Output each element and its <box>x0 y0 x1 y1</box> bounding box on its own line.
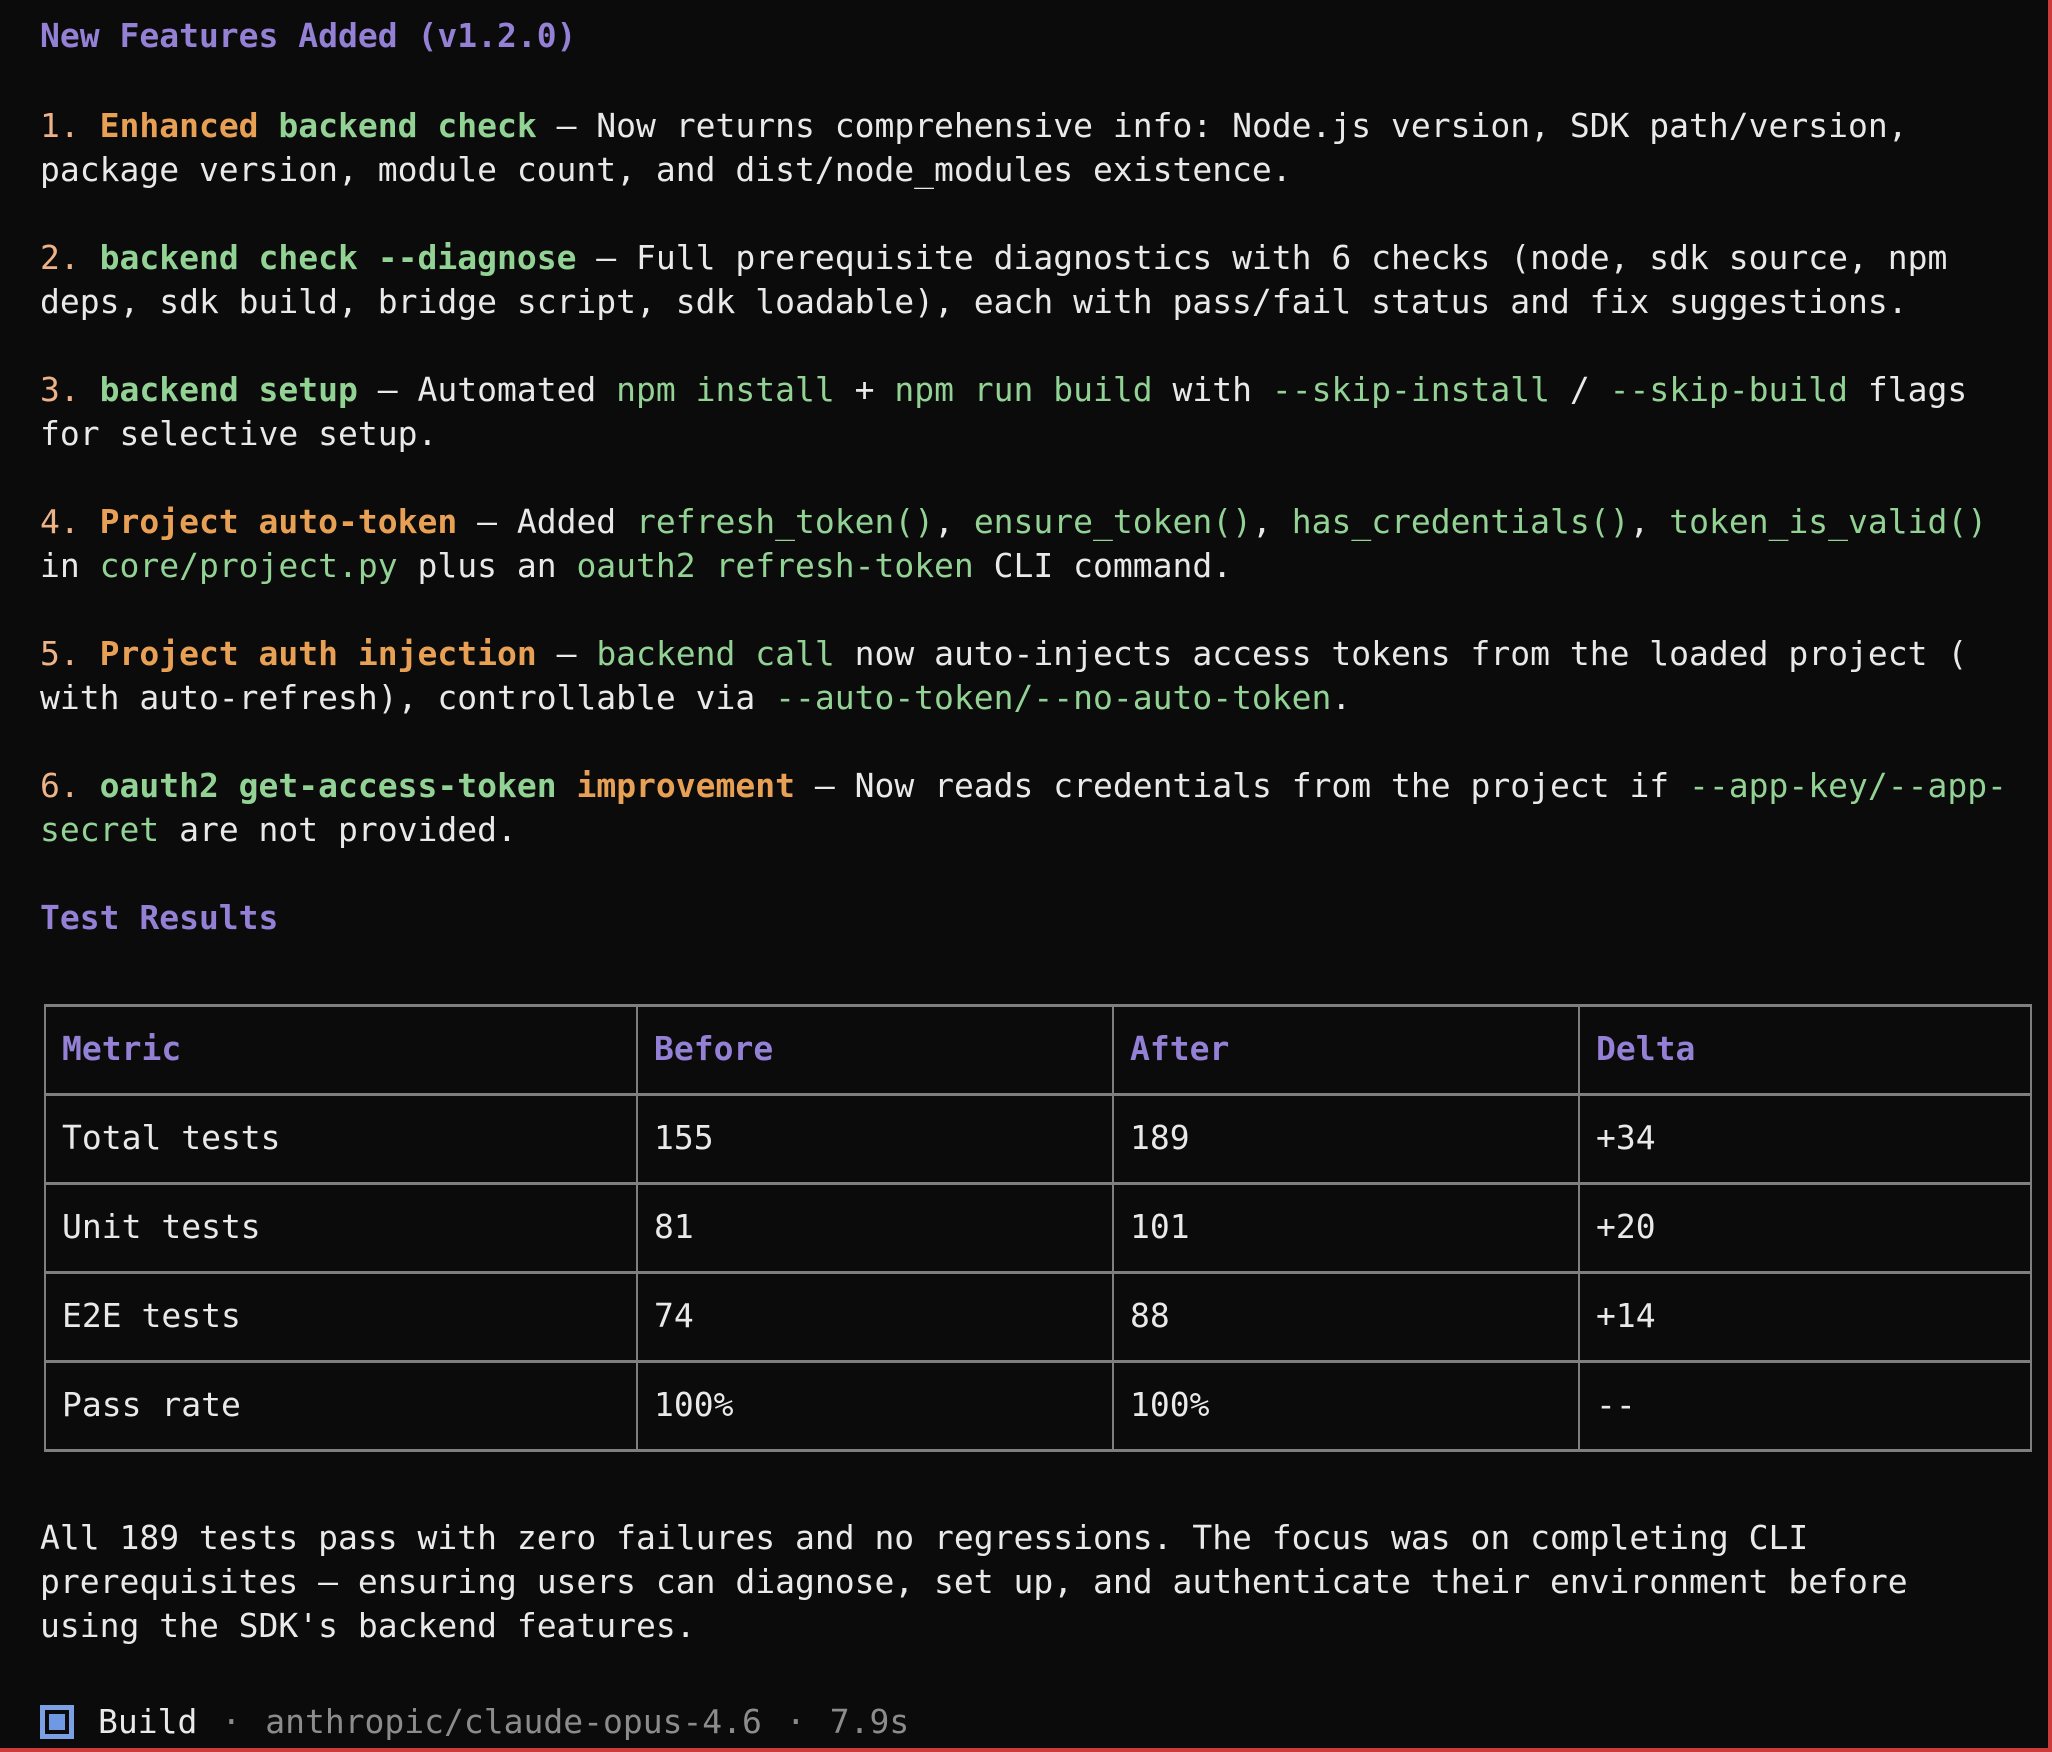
table-row: Total tests155189+34 <box>45 1095 2031 1184</box>
table-cell: 88 <box>1113 1273 1579 1362</box>
table-cell: E2E tests <box>45 1273 637 1362</box>
status-separator: · <box>221 1700 241 1744</box>
status-separator: · <box>786 1700 806 1744</box>
table-row: Unit tests81101+20 <box>45 1184 2031 1273</box>
test-results-table: MetricBeforeAfterDelta Total tests155189… <box>44 1004 2032 1452</box>
feature-item-3: 3. backend setup – Automated npm install… <box>40 368 2024 456</box>
build-status-bar[interactable]: Build · anthropic/claude-opus-4.6 · 7.9s <box>40 1692 2024 1752</box>
table-cell: 100% <box>1113 1362 1579 1451</box>
build-square-icon <box>40 1705 74 1739</box>
feature-list: 1. Enhanced backend check – Now returns … <box>40 104 2024 852</box>
status-duration: 7.9s <box>830 1700 909 1744</box>
status-model: anthropic/claude-opus-4.6 <box>265 1700 762 1744</box>
terminal-output: New Features Added (v1.2.0) 1. Enhanced … <box>0 0 2052 1752</box>
column-header-delta: Delta <box>1579 1006 2031 1095</box>
table-cell: 189 <box>1113 1095 1579 1184</box>
table-cell: +14 <box>1579 1273 2031 1362</box>
column-header-after: After <box>1113 1006 1579 1095</box>
feature-item-5: 5. Project auth injection – backend call… <box>40 632 2024 720</box>
summary-line: All 189 tests pass with zero failures an… <box>40 1516 2024 1560</box>
table-cell: 155 <box>637 1095 1113 1184</box>
status-label: Build <box>98 1700 197 1744</box>
table-row: E2E tests7488+14 <box>45 1273 2031 1362</box>
summary-line: using the SDK's backend features. <box>40 1604 2024 1648</box>
table-cell: -- <box>1579 1362 2031 1451</box>
table-cell: 100% <box>637 1362 1113 1451</box>
summary-paragraph: All 189 tests pass with zero failures an… <box>40 1516 2024 1648</box>
table-cell: Unit tests <box>45 1184 637 1273</box>
table-cell: +20 <box>1579 1184 2031 1273</box>
feature-item-4: 4. Project auto-token – Added refresh_to… <box>40 500 2024 588</box>
section-title-test-results: Test Results <box>40 896 2024 940</box>
table-cell: 74 <box>637 1273 1113 1362</box>
table-cell: +34 <box>1579 1095 2031 1184</box>
table-row: Pass rate100%100%-- <box>45 1362 2031 1451</box>
feature-item-1: 1. Enhanced backend check – Now returns … <box>40 104 2024 192</box>
feature-item-2: 2. backend check --diagnose – Full prere… <box>40 236 2024 324</box>
column-header-metric: Metric <box>45 1006 637 1095</box>
table-cell: Total tests <box>45 1095 637 1184</box>
table-cell: Pass rate <box>45 1362 637 1451</box>
table-cell: 81 <box>637 1184 1113 1273</box>
column-header-before: Before <box>637 1006 1113 1095</box>
section-title-new-features: New Features Added (v1.2.0) <box>40 14 2024 58</box>
feature-item-6: 6. oauth2 get-access-token improvement –… <box>40 764 2024 852</box>
summary-line: prerequisites – ensuring users can diagn… <box>40 1560 2024 1604</box>
table-header-row: MetricBeforeAfterDelta <box>45 1006 2031 1095</box>
table-cell: 101 <box>1113 1184 1579 1273</box>
